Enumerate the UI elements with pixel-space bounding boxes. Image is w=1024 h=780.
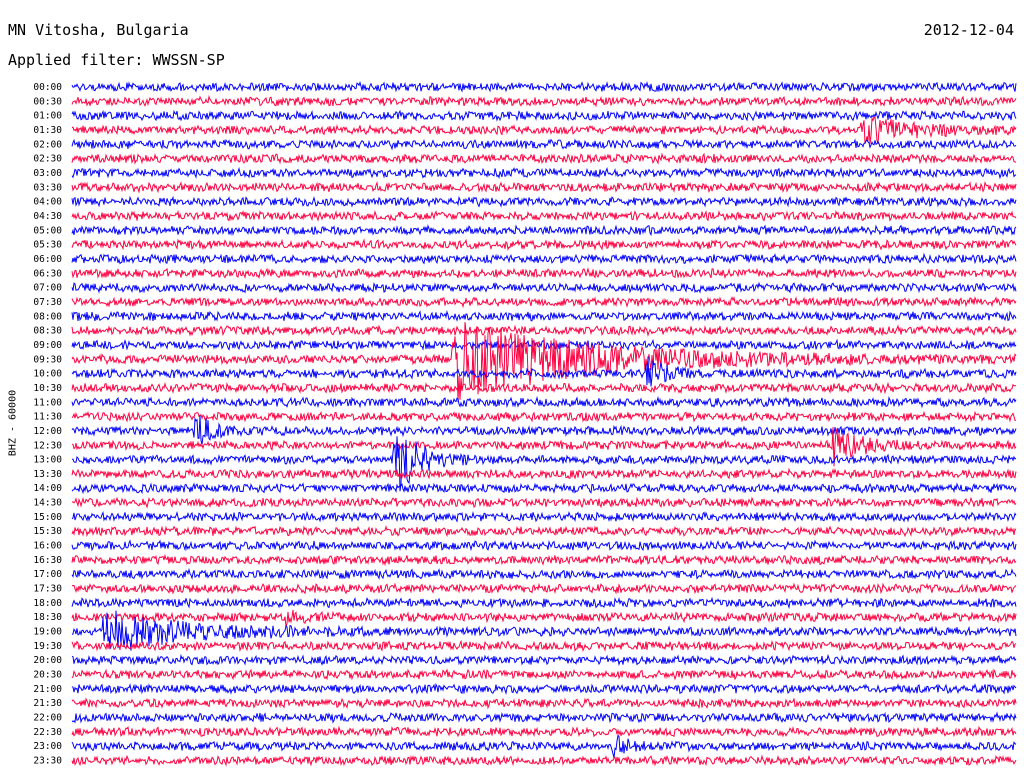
row-label-0430: 04:30	[33, 211, 62, 222]
trace-row-1730	[71, 582, 1017, 595]
row-label-0830: 08:30	[33, 326, 62, 337]
row-label-2230: 22:30	[33, 727, 62, 738]
row-label-1900: 19:00	[33, 627, 62, 638]
trace-row-0700	[71, 281, 1017, 294]
row-label-0500: 05:00	[33, 225, 62, 236]
row-label-0230: 02:30	[33, 154, 62, 165]
trace-row-1030	[71, 381, 1017, 395]
row-label-0900: 09:00	[33, 340, 62, 351]
trace-row-0330	[71, 181, 1017, 194]
trace-row-1700	[71, 567, 1017, 581]
trace-row-0630	[71, 266, 1017, 280]
trace-row-1830	[71, 609, 1017, 628]
row-label-2130: 21:30	[33, 698, 62, 709]
row-label-1630: 16:30	[33, 555, 62, 566]
row-label-1230: 12:30	[33, 440, 62, 451]
trace-row-0730	[71, 296, 1017, 309]
helicorder-plot: 00:00 00:30 01:00 01:30 02:00 02:30 03:00 03:30…	[33, 80, 1017, 767]
trace-row-1000	[71, 356, 1017, 387]
trace-row-0230	[71, 152, 1017, 165]
trace-row-2100	[71, 682, 1017, 696]
trace-row-1500	[71, 510, 1017, 523]
seismogram-page: { "header": { "station": "MN Vitosha, Bu…	[0, 0, 1024, 780]
trace-row-1130	[71, 410, 1017, 423]
trace-row-2330	[71, 754, 1017, 767]
row-label-1030: 10:30	[33, 383, 62, 394]
row-label-0100: 01:00	[33, 111, 62, 122]
trace-row-0830	[71, 324, 1017, 338]
trace-row-1930	[71, 639, 1017, 652]
row-label-0930: 09:30	[33, 354, 62, 365]
trace-row-2300	[71, 734, 1017, 758]
trace-row-0800	[71, 310, 1017, 322]
row-label-2330: 23:30	[33, 756, 62, 767]
row-label-2100: 21:00	[33, 684, 62, 695]
trace-row-0130	[71, 116, 1017, 145]
trace-row-0100	[71, 109, 1017, 122]
row-label-1300: 13:00	[33, 455, 62, 466]
row-label-1100: 11:00	[33, 397, 62, 408]
trace-row-1400	[71, 482, 1017, 495]
trace-row-0200	[71, 138, 1017, 151]
trace-row-0600	[71, 252, 1017, 265]
trace-row-0530	[71, 238, 1017, 251]
row-label-0130: 01:30	[33, 125, 62, 136]
row-label-1730: 17:30	[33, 584, 62, 595]
trace-row-0030	[71, 94, 1017, 108]
row-label-1500: 15:00	[33, 512, 62, 523]
trace-row-0400	[71, 195, 1017, 208]
row-label-0600: 06:00	[33, 254, 62, 265]
row-label-1000: 10:00	[33, 369, 62, 380]
trace-row-2200	[71, 711, 1017, 724]
trace-row-1330	[71, 467, 1017, 481]
row-label-1600: 16:00	[33, 541, 62, 552]
trace-row-2130	[71, 697, 1017, 710]
row-label-0000: 00:00	[33, 82, 62, 93]
trace-row-0000	[71, 80, 1017, 93]
row-label-2300: 23:00	[33, 741, 62, 752]
row-label-1830: 18:30	[33, 612, 62, 623]
row-label-1700: 17:00	[33, 569, 62, 580]
row-label-1330: 13:30	[33, 469, 62, 480]
row-label-2030: 20:30	[33, 670, 62, 681]
row-label-0800: 08:00	[33, 311, 62, 322]
trace-row-1430	[71, 496, 1017, 509]
row-label-0300: 03:00	[33, 168, 62, 179]
row-label-1930: 19:30	[33, 641, 62, 652]
row-label-1400: 14:00	[33, 483, 62, 494]
trace-row-1800	[71, 596, 1017, 610]
row-label-0330: 03:30	[33, 182, 62, 193]
row-label-1800: 18:00	[33, 598, 62, 609]
row-label-0030: 00:30	[33, 96, 62, 107]
trace-row-0300	[71, 166, 1017, 180]
trace-row-2230	[71, 725, 1017, 738]
trace-row-2000	[71, 653, 1017, 667]
trace-row-1600	[71, 539, 1017, 552]
row-label-1530: 15:30	[33, 526, 62, 537]
trace-row-0430	[71, 209, 1017, 222]
row-label-0630: 06:30	[33, 268, 62, 279]
row-label-1130: 11:30	[33, 412, 62, 423]
row-label-1430: 14:30	[33, 498, 62, 509]
row-label-0400: 04:00	[33, 197, 62, 208]
trace-row-1530	[71, 525, 1017, 538]
row-label-0530: 05:30	[33, 240, 62, 251]
trace-row-1100	[71, 395, 1017, 409]
trace-row-1630	[71, 553, 1017, 567]
row-label-0200: 02:00	[33, 139, 62, 150]
row-label-1200: 12:00	[33, 426, 62, 437]
row-label-2200: 22:00	[33, 713, 62, 724]
trace-row-2030	[71, 668, 1017, 681]
row-label-2000: 20:00	[33, 655, 62, 666]
trace-row-0500	[71, 223, 1017, 237]
row-label-0700: 07:00	[33, 283, 62, 294]
row-label-0730: 07:30	[33, 297, 62, 308]
